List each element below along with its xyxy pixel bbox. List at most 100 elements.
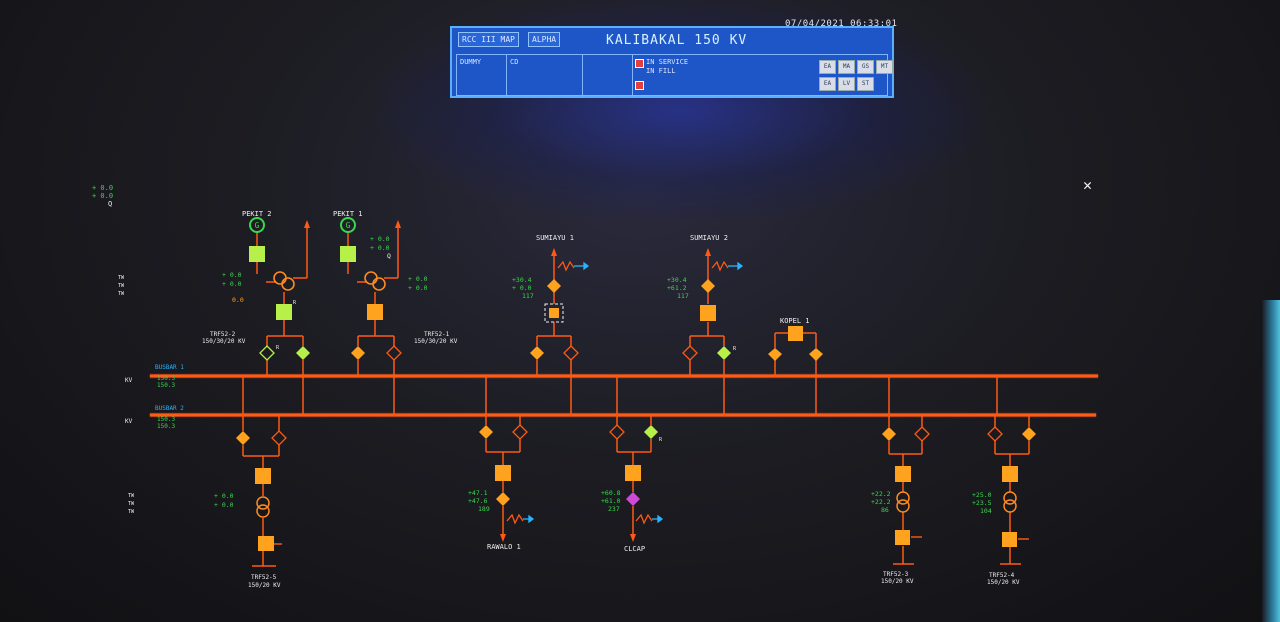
measure-trf52-4: +23.5: [972, 499, 992, 507]
switch[interactable]: [479, 425, 493, 439]
switch[interactable]: [626, 492, 640, 506]
breaker-trf52-1[interactable]: [367, 304, 383, 320]
switch[interactable]: [563, 345, 579, 361]
breaker-sumiayu-2[interactable]: [700, 305, 716, 321]
switch[interactable]: [717, 346, 731, 360]
switch[interactable]: [296, 346, 310, 360]
breaker-pekit-1[interactable]: [340, 246, 356, 262]
trafo-label-trf52-1: TRF52-1: [424, 331, 450, 338]
measure-clcap: 237: [608, 505, 620, 513]
switch[interactable]: [512, 424, 528, 440]
switch[interactable]: [882, 427, 896, 441]
switch[interactable]: [351, 346, 365, 360]
measure-trf52-3: 86: [881, 506, 889, 514]
measure-trf52-5: + 0.0: [214, 501, 234, 509]
breaker-rawalo-1[interactable]: [495, 465, 511, 481]
generator-symbol: G: [346, 221, 351, 230]
measure-pekit-1: + 0.0: [370, 244, 390, 252]
tag-r: R: [733, 346, 737, 352]
trafo-label-trf52-5: TRF52-5: [251, 574, 277, 581]
feeder-label-clcap: CLCAP: [624, 545, 645, 553]
switch[interactable]: [914, 426, 930, 442]
breaker-trf52-5[interactable]: [255, 468, 271, 484]
breaker-trf52-5-lv[interactable]: [258, 536, 274, 551]
measure-trf52-3: +22.2: [871, 498, 891, 506]
top-left-value-3: Q: [108, 200, 112, 208]
measure-sumiayu-1: 117: [522, 292, 534, 300]
measure-trf52-4: +25.0: [972, 491, 992, 499]
transformer-icon[interactable]: [273, 271, 287, 285]
trafo-label-trf52-3: TRF52-3: [883, 571, 909, 578]
measure-clcap: +61.0: [601, 497, 621, 505]
switch[interactable]: [496, 492, 510, 506]
switch[interactable]: [809, 348, 823, 361]
busbar-1-label: BUSBAR 1: [155, 364, 184, 371]
switch[interactable]: [259, 345, 275, 361]
trafo-rating-trf52-5: 150/20 KV: [248, 582, 281, 589]
tag-r: R: [293, 300, 297, 306]
busbar-1-kv: KV: [125, 377, 133, 384]
feeder-label-rawalo-1: RAWALO 1: [487, 543, 521, 551]
measure-rawalo-1: 189: [478, 505, 490, 513]
measure-trf52-1: + 0.0: [408, 275, 428, 283]
side-tag: TW: [118, 291, 125, 297]
measure-rawalo-1: +47.6: [468, 497, 488, 505]
trafo-rating-trf52-1: 150/30/20 KV: [414, 338, 458, 345]
switch[interactable]: [768, 348, 782, 361]
feeder-label-sumiayu-1: SUMIAYU 1: [536, 234, 574, 242]
breaker-trf52-4-lv[interactable]: [1002, 532, 1017, 547]
measure-trf52-1: + 0.0: [408, 284, 428, 292]
measure-pekit-2: + 0.0: [222, 271, 242, 279]
feeder-label-kopel-1: KOPEL 1: [780, 317, 810, 325]
busbar-2-kv: KV: [125, 418, 133, 425]
busbar-1-value-2: 150.3: [157, 382, 175, 389]
busbar-1-value: 150.3: [157, 375, 175, 382]
breaker-trf52-2[interactable]: [276, 304, 292, 320]
measure-sumiayu-1: + 0.0: [512, 284, 532, 292]
switch[interactable]: [236, 431, 250, 445]
switch[interactable]: [701, 279, 715, 293]
busbar-2-value: 150.3: [157, 416, 175, 423]
top-left-value-2: + 0.0: [92, 192, 113, 200]
switch[interactable]: [271, 430, 287, 446]
measure-pekit-2: 0.0: [232, 296, 244, 304]
tag-r: R: [659, 437, 663, 443]
side-tag: TW: [118, 275, 125, 281]
switch[interactable]: [644, 425, 658, 439]
measure-pekit-1: + 0.0: [370, 235, 390, 243]
breaker-trf52-3[interactable]: [895, 466, 911, 482]
single-line-diagram: + 0.0 + 0.0 Q TW TW TW TW TW TW KV BUSBA…: [92, 184, 1098, 589]
feeder-label-sumiayu-2: SUMIAYU 2: [690, 234, 728, 242]
side-tag: TW: [128, 493, 135, 499]
side-tag: TW: [128, 501, 135, 507]
generator-symbol: G: [255, 221, 260, 230]
switch[interactable]: [530, 346, 544, 360]
switch[interactable]: [987, 426, 1003, 442]
measure-trf52-5: + 0.0: [214, 492, 234, 500]
switch[interactable]: [1022, 427, 1036, 441]
measure-trf52-3: +22.2: [871, 490, 891, 498]
trafo-rating-trf52-2: 150/30/20 KV: [202, 338, 246, 345]
measure-pekit-1: Q: [387, 252, 391, 260]
measure-rawalo-1: +47.1: [468, 489, 488, 497]
breaker-trf52-3-lv[interactable]: [895, 530, 910, 545]
breaker-pekit-2[interactable]: [249, 246, 265, 262]
busbar-2-value-2: 150.3: [157, 423, 175, 430]
switch[interactable]: [547, 279, 561, 293]
switch[interactable]: [386, 345, 402, 361]
breaker-clcap[interactable]: [625, 465, 641, 481]
transformer-icon[interactable]: [364, 271, 378, 285]
busbar-2-label: BUSBAR 2: [155, 405, 184, 412]
measure-sumiayu-1: +30.4: [512, 276, 532, 284]
measure-trf52-4: 104: [980, 507, 992, 515]
breaker-trf52-4[interactable]: [1002, 466, 1018, 482]
switch[interactable]: [609, 424, 625, 440]
breaker-kopel-1[interactable]: [788, 326, 803, 341]
measure-pekit-2: + 0.0: [222, 280, 242, 288]
trafo-rating-trf52-4: 150/20 KV: [987, 579, 1020, 586]
feeder-label-pekit-2: PEKIT 2: [242, 210, 272, 218]
trafo-rating-trf52-3: 150/20 KV: [881, 578, 914, 585]
switch[interactable]: [682, 345, 698, 361]
measure-clcap: +60.8: [601, 489, 621, 497]
trafo-label-trf52-4: TRF52-4: [989, 572, 1015, 579]
